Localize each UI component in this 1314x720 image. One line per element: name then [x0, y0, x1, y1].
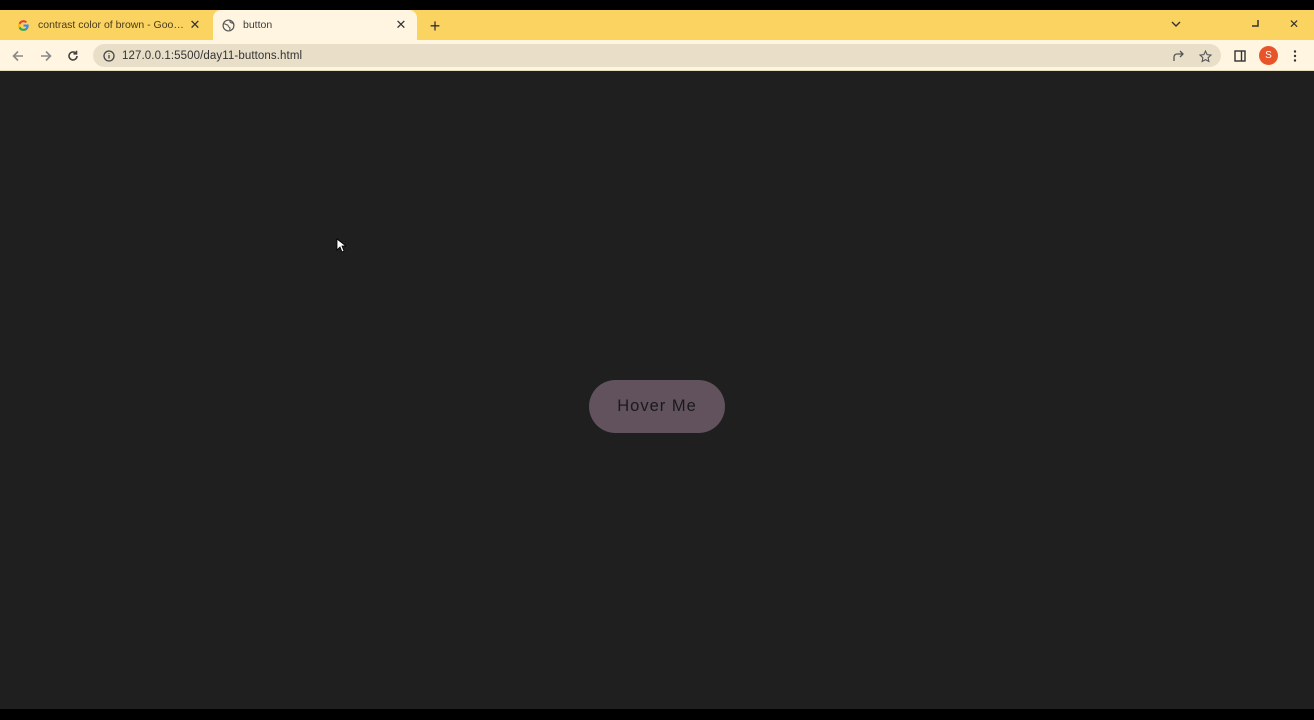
share-icon[interactable]	[1171, 48, 1187, 64]
back-icon[interactable]	[8, 46, 28, 66]
close-tab-icon[interactable]: ✕	[187, 17, 203, 33]
address-bar[interactable]: 127.0.0.1:5500/day11-buttons.html	[93, 44, 1221, 67]
tab-title: button	[243, 19, 273, 31]
browser-toolbar: 127.0.0.1:5500/day11-buttons.html S	[0, 40, 1314, 71]
google-icon	[16, 18, 30, 32]
forward-icon[interactable]	[36, 46, 56, 66]
close-tab-icon[interactable]: ✕	[393, 17, 409, 33]
hover-me-button[interactable]: Hover Me	[589, 380, 725, 433]
screen: contrast color of brown - Google ✕ butto…	[0, 0, 1314, 720]
tab-google-search[interactable]: contrast color of brown - Google ✕	[8, 10, 211, 40]
close-window-icon[interactable]: ✕	[1285, 15, 1303, 33]
restore-window-icon[interactable]	[1246, 15, 1264, 33]
url-text: 127.0.0.1:5500/day11-buttons.html	[122, 49, 303, 62]
more-menu-icon[interactable]	[1286, 47, 1304, 65]
tab-title: contrast color of brown - Google	[38, 19, 187, 31]
tab-search-icon[interactable]	[1167, 15, 1185, 33]
site-info-icon[interactable]	[102, 49, 116, 63]
bottom-border	[0, 709, 1314, 720]
bookmark-star-icon[interactable]	[1197, 48, 1213, 64]
mouse-cursor-icon	[336, 238, 346, 253]
reload-icon[interactable]	[63, 46, 83, 66]
profile-avatar[interactable]: S	[1259, 46, 1278, 65]
new-tab-button[interactable]: +	[426, 17, 444, 35]
tab-strip: contrast color of brown - Google ✕ butto…	[0, 10, 1314, 40]
side-panel-icon[interactable]	[1231, 47, 1249, 65]
tab-button[interactable]: button ✕	[213, 10, 417, 40]
page-viewport: Hover Me	[0, 71, 1314, 709]
globe-icon	[221, 18, 235, 32]
